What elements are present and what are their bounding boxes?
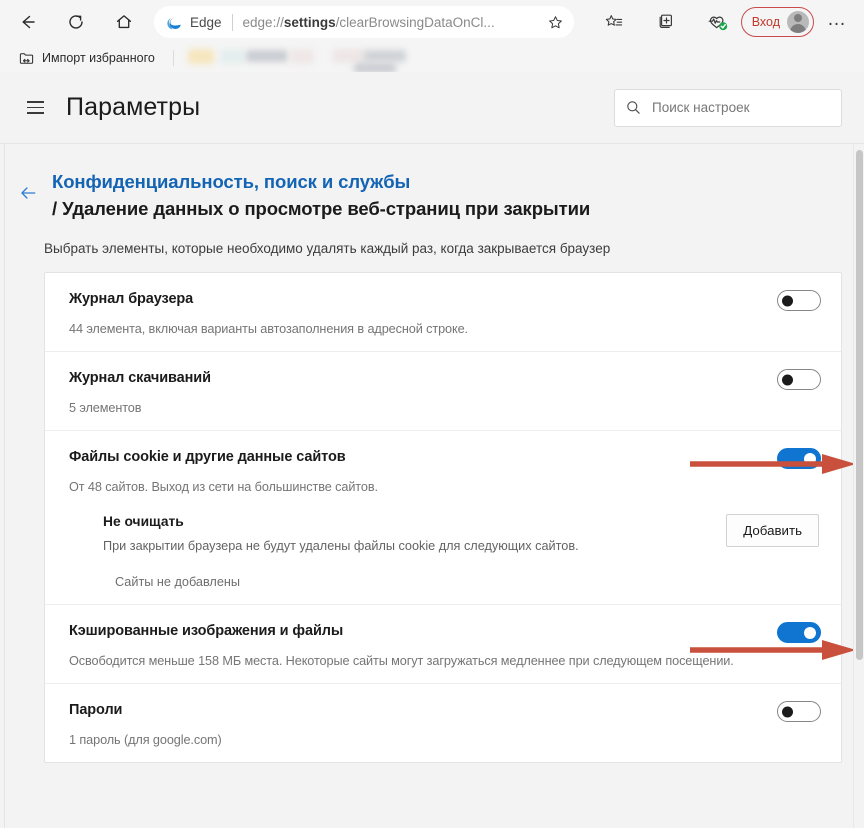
breadcrumb: Конфиденциальность, поиск и службы / Уда… [14, 144, 864, 223]
page-description: Выбрать элементы, которые необходимо уда… [44, 241, 611, 256]
breadcrumb-current: / Удаление данных о просмотре веб-страни… [52, 198, 591, 219]
toolbar-right-cluster: Вход … [597, 6, 854, 38]
bookmarks-bar: Импорт избранного [0, 44, 864, 73]
search-icon [627, 101, 640, 114]
clear-on-close-card: Журнал браузера 44 элемента, включая вар… [44, 272, 842, 763]
more-options-button[interactable]: … [820, 6, 854, 38]
row-title: Файлы cookie и другие данные сайтов [69, 449, 346, 465]
toggle-cookies[interactable] [777, 448, 821, 469]
address-url[interactable]: edge://settings/clearBrowsingDataOnCl... [243, 15, 542, 30]
add-favorite-button[interactable] [542, 9, 568, 35]
setting-row-cached-images: Кэшированные изображения и файлы Освобод… [45, 605, 841, 684]
settings-header: Параметры Поиск настроек [0, 72, 864, 144]
row-title: Кэшированные изображения и файлы [69, 623, 344, 639]
blurred-bookmarks-group[interactable] [186, 47, 416, 73]
settings-page: Параметры Поиск настроек Конфиденциально… [0, 72, 864, 828]
collections-button[interactable] [649, 6, 683, 38]
page-title: Параметры [66, 93, 201, 121]
add-site-button[interactable]: Добавить [726, 514, 819, 547]
reload-icon [69, 15, 83, 29]
toggle-download-history[interactable] [777, 369, 821, 390]
setting-row-download-history: Журнал скачиваний 5 элементов [45, 352, 841, 431]
vertical-scrollbar[interactable] [853, 144, 864, 828]
cookies-exceptions-block: Не очищать При закрытии браузера не буду… [103, 514, 821, 589]
toggle-cached-images[interactable] [777, 622, 821, 643]
row-subtitle: 44 элемента, включая варианты автозаполн… [69, 322, 468, 336]
sign-in-label: Вход [751, 15, 780, 29]
edge-logo-icon [166, 14, 183, 31]
collections-add-icon [659, 14, 672, 28]
browser-chrome: Edge edge://settings/clearBrowsingDataOn… [0, 0, 864, 73]
search-input-placeholder[interactable]: Поиск настроек [652, 100, 750, 115]
import-favorites-icon [19, 52, 34, 64]
hamburger-menu-icon[interactable] [18, 91, 52, 125]
breadcrumb-back-button[interactable] [14, 176, 48, 210]
exceptions-empty-text: Сайты не добавлены [115, 575, 241, 589]
breadcrumb-parent-link[interactable]: Конфиденциальность, поиск и службы [52, 168, 590, 195]
favorites-button[interactable] [597, 6, 631, 38]
home-button[interactable] [108, 6, 140, 38]
bookmarks-divider [172, 50, 174, 66]
import-favorites-button[interactable]: Импорт избранного [12, 48, 161, 69]
star-icon [548, 15, 562, 28]
left-rail-divider [0, 144, 5, 828]
toggle-browsing-history[interactable] [777, 290, 821, 311]
address-brand-label: Edge [190, 14, 222, 30]
back-arrow-icon [21, 187, 36, 199]
row-subtitle: 5 элементов [69, 401, 142, 415]
avatar[interactable] [787, 11, 809, 33]
exceptions-subtitle: При закрытии браузера не будут удалены ф… [103, 539, 579, 553]
import-favorites-label: Импорт избранного [42, 51, 155, 65]
address-separator [231, 13, 233, 31]
browser-essentials-button[interactable] [701, 6, 735, 38]
setting-row-cookies: Файлы cookie и другие данные сайтов От 4… [45, 431, 841, 605]
row-title: Пароли [69, 702, 123, 718]
home-icon [116, 15, 132, 29]
back-arrow-icon [22, 15, 35, 29]
scrollbar-thumb[interactable] [856, 150, 863, 660]
row-title: Журнал браузера [69, 291, 194, 307]
setting-row-browsing-history: Журнал браузера 44 элемента, включая вар… [45, 273, 841, 352]
breadcrumb-text: Конфиденциальность, поиск и службы / Уда… [52, 168, 590, 223]
toggle-passwords[interactable] [777, 701, 821, 722]
row-subtitle: Освободится меньше 158 МБ места. Некотор… [69, 654, 734, 668]
browser-toolbar: Edge edge://settings/clearBrowsingDataOn… [0, 0, 864, 44]
row-title: Журнал скачиваний [69, 370, 211, 386]
exceptions-title: Не очищать [103, 514, 184, 529]
address-bar[interactable]: Edge edge://settings/clearBrowsingDataOn… [154, 6, 574, 38]
favorites-star-list-icon [605, 15, 622, 26]
row-subtitle: От 48 сайтов. Выход из сети на большинст… [69, 480, 378, 494]
settings-content: Конфиденциальность, поиск и службы / Уда… [0, 144, 864, 828]
sign-in-button[interactable]: Вход [740, 7, 814, 37]
back-button[interactable] [12, 6, 44, 38]
browser-essentials-heartbeat-icon [708, 16, 727, 31]
setting-row-passwords: Пароли 1 пароль (для google.com) [45, 684, 841, 762]
reload-button[interactable] [60, 6, 92, 38]
row-subtitle: 1 пароль (для google.com) [69, 733, 222, 747]
search-settings-box[interactable]: Поиск настроек [614, 88, 842, 127]
